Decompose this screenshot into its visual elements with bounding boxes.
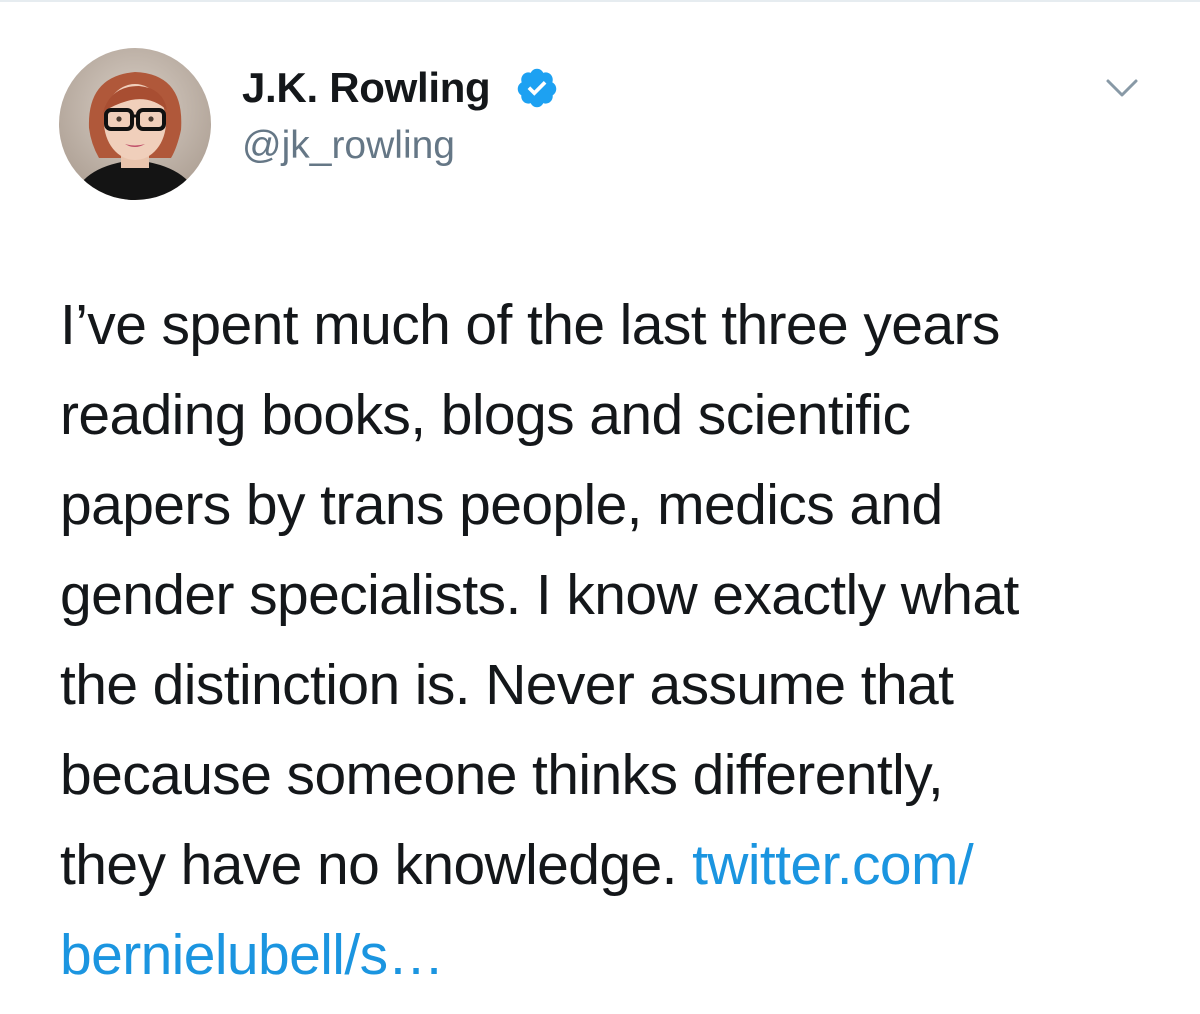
tweet-text: I’ve spent much of the last three years … [60, 280, 1170, 1000]
chevron-down-icon[interactable] [1100, 70, 1144, 106]
tweet-text-line: I’ve spent much of the last three years [60, 293, 1000, 357]
tweet-text-line: because someone thinks differently, [60, 743, 944, 807]
tweet-text-line: they have no knowledge. [60, 833, 693, 897]
tweet-text-line: gender specialists. I know exactly what [60, 563, 1019, 627]
tweet-link[interactable]: twitter.com/ [692, 833, 974, 897]
tweet-text-line: reading books, blogs and scientific [60, 383, 911, 447]
top-divider [0, 0, 1200, 2]
tweet-text-line: the distinction is. Never assume that [60, 653, 954, 717]
tweet-text-line-with-link: they have no knowledge. twitter.com/ [60, 820, 1170, 910]
tweet-text-line: papers by trans people, medics and [60, 473, 943, 537]
tweet-link-continued[interactable]: bernielubell/s… [60, 923, 444, 987]
tweet-link-continuation: bernielubell/s… [60, 910, 1170, 1000]
author-handle[interactable]: @jk_rowling [242, 122, 455, 170]
author-avatar[interactable] [59, 48, 211, 200]
verified-badge-icon [515, 66, 559, 110]
profile-photo-icon [59, 48, 211, 200]
author-name[interactable]: J.K. Rowling [242, 62, 491, 114]
